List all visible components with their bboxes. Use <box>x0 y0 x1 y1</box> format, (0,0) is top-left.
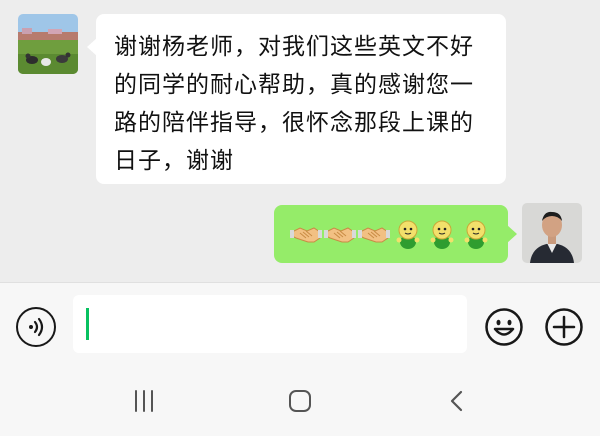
home-button[interactable] <box>285 386 315 416</box>
sender-avatar-image <box>18 14 78 74</box>
emoji-icon <box>485 308 523 346</box>
incoming-message-bubble[interactable]: 谢谢杨老师，对我们这些英文不好 的同学的耐心帮助，真的感谢您一 路的陪伴指导，很… <box>87 14 506 184</box>
handshake-emoji-icon <box>358 227 390 243</box>
voice-button[interactable] <box>16 307 56 347</box>
self-avatar[interactable] <box>522 203 582 263</box>
self-avatar-image <box>522 203 582 263</box>
back-icon <box>450 390 463 412</box>
green-doll-emoji-icon <box>396 220 420 249</box>
green-doll-emoji-icon <box>430 220 454 249</box>
outgoing-message-bubble[interactable] <box>274 205 517 263</box>
text-cursor <box>86 308 89 340</box>
message-line: 谢谢杨老师，对我们这些英文不好 <box>114 34 474 60</box>
home-icon <box>289 390 311 412</box>
back-button[interactable] <box>442 386 472 416</box>
message-input-bar <box>0 282 600 364</box>
handshake-emoji-icon <box>324 227 356 243</box>
message-line: 的同学的耐心帮助，真的感谢您一 <box>114 72 474 98</box>
sender-avatar[interactable] <box>18 14 78 74</box>
recent-apps-icon <box>135 390 153 412</box>
message-line: 日子，谢谢 <box>114 148 234 174</box>
recent-apps-button[interactable] <box>129 386 159 416</box>
plus-icon <box>545 308 583 346</box>
message-line: 路的陪伴指导，很怀念那段上课的 <box>114 110 474 136</box>
green-doll-emoji-icon <box>464 220 488 249</box>
handshake-emoji-icon <box>290 227 322 243</box>
voice-icon <box>29 317 44 337</box>
chat-area: 谢谢杨老师，对我们这些英文不好 的同学的耐心帮助，真的感谢您一 路的陪伴指导，很… <box>0 0 600 282</box>
message-input[interactable] <box>73 295 467 353</box>
system-navigation-bar <box>0 364 600 436</box>
more-button[interactable] <box>544 307 584 347</box>
emoji-button[interactable] <box>484 307 524 347</box>
